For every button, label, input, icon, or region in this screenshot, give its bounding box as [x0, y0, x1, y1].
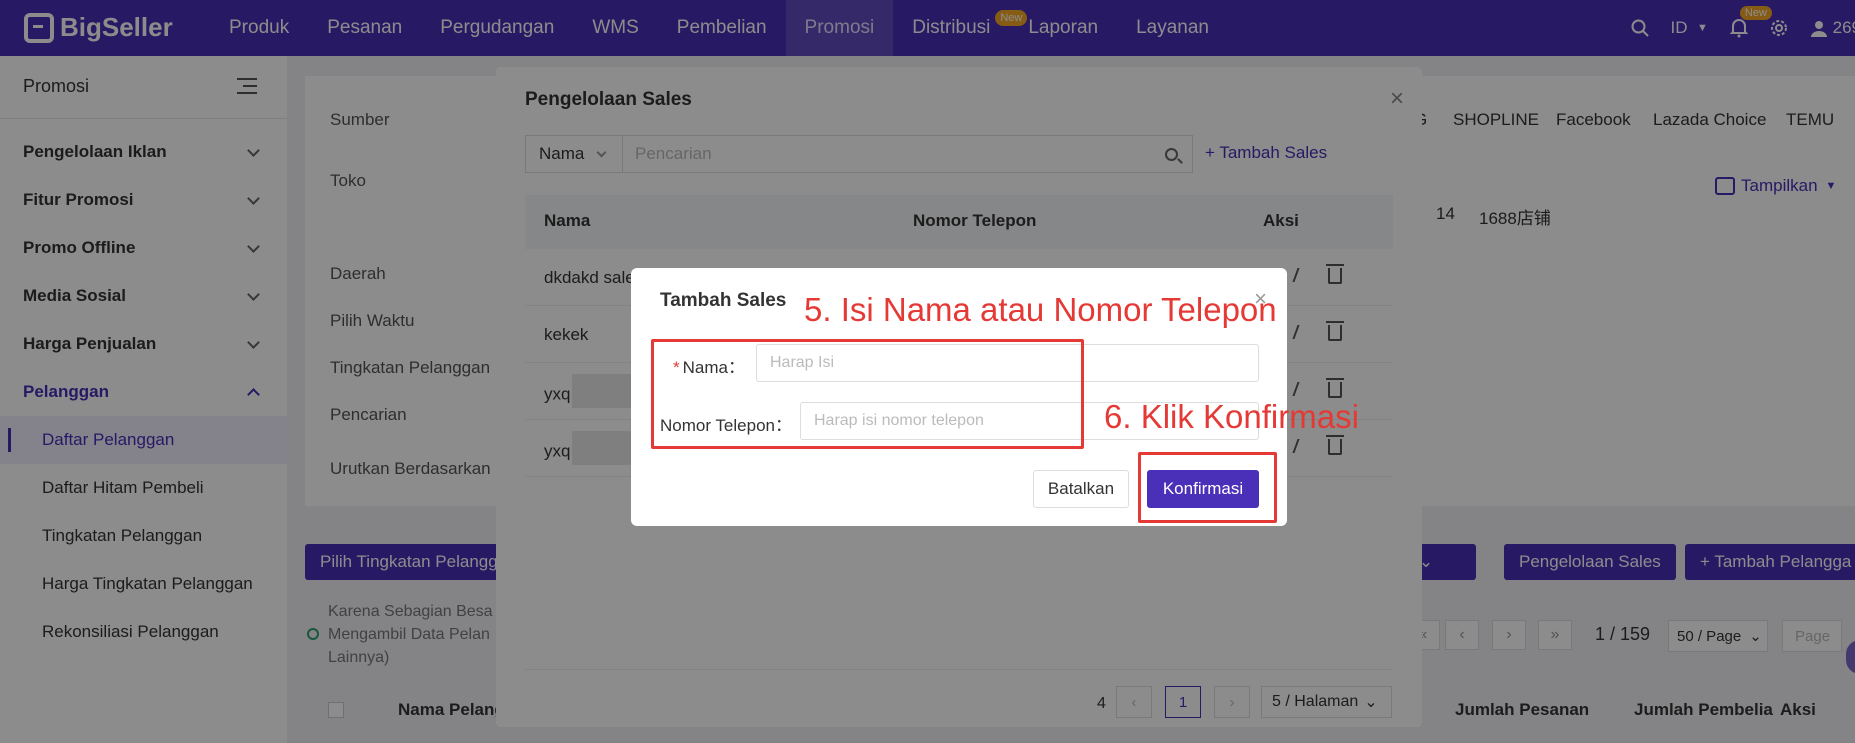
- annotation-step6: 6. Klik Konfirmasi: [1104, 398, 1359, 435]
- batalkan-button[interactable]: Batalkan: [1033, 470, 1129, 508]
- annotation-box-form: [651, 339, 1084, 449]
- annotation-box-confirm: [1138, 452, 1277, 523]
- modal-title: Tambah Sales: [660, 290, 787, 311]
- annotation-step5: 5. Isi Nama atau Nomor Telepon: [804, 291, 1277, 328]
